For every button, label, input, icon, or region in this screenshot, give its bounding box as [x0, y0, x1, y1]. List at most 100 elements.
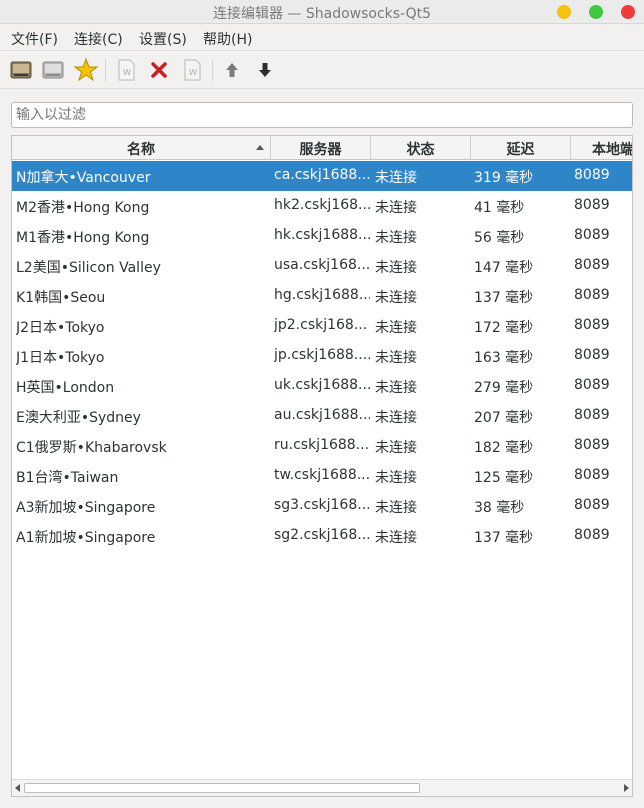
scroll-right-arrow-icon[interactable]: [624, 784, 629, 792]
menu-help[interactable]: 帮助(H): [203, 29, 252, 49]
table-row[interactable]: J1日本•Tokyo jp.cskj1688.... 未连接 163 毫秒 8089: [12, 341, 632, 371]
cell-local-port: 8089: [574, 197, 610, 213]
cell-latency: 56 毫秒: [474, 230, 525, 246]
move-up-arrow-icon: [226, 63, 238, 77]
cell-latency: 147 毫秒: [474, 260, 534, 276]
maximize-button[interactable]: [589, 5, 603, 19]
disconnect-button[interactable]: [40, 57, 66, 83]
move-down-button[interactable]: [252, 57, 278, 83]
cell-status: 未连接: [375, 260, 417, 276]
column-header-server[interactable]: 服务器: [271, 136, 371, 160]
menu-connection[interactable]: 连接(C): [74, 29, 123, 49]
scrollbar-thumb[interactable]: [24, 783, 420, 793]
cell-name: E澳大利亚•Sydney: [16, 410, 141, 426]
cell-server: jp2.cskj168...: [274, 317, 368, 333]
cell-latency: 319 毫秒: [474, 170, 534, 186]
column-header-label: 名称: [127, 142, 155, 158]
column-header-status[interactable]: 状态: [371, 136, 471, 160]
connection-table[interactable]: 名称 服务器 状态 延迟 本地端口 N加拿大•Vancouver ca.cskj1…: [11, 135, 633, 797]
column-header-latency[interactable]: 延迟: [471, 136, 571, 160]
table-row[interactable]: H英国•London uk.cskj1688.... 未连接 279 毫秒 8089: [12, 371, 632, 401]
cell-local-port: 8089: [574, 377, 610, 393]
cell-local-port: 8089: [574, 227, 610, 243]
cell-local-port: 8089: [574, 287, 610, 303]
edit-button[interactable]: W: [113, 57, 139, 83]
cell-name: N加拿大•Vancouver: [16, 170, 151, 186]
cell-latency: 125 毫秒: [474, 470, 534, 486]
cell-name: K1韩国•Seou: [16, 290, 106, 306]
scroll-left-arrow-icon[interactable]: [15, 784, 20, 792]
cell-name: J2日本•Tokyo: [16, 320, 105, 336]
cell-latency: 172 毫秒: [474, 320, 534, 336]
cell-latency: 137 毫秒: [474, 290, 534, 306]
table-row[interactable]: C1俄罗斯•Khabarovsk ru.cskj1688.... 未连接 182 毫秒…: [12, 431, 632, 461]
table-row[interactable]: B1台湾•Taiwan tw.cskj1688.... 未连接 125 毫秒 8089: [12, 461, 632, 491]
svg-text:W: W: [189, 68, 197, 77]
cell-latency: 41 毫秒: [474, 200, 525, 216]
toolbar: W W: [0, 51, 644, 89]
title-bar[interactable]: 连接编辑器 — Shadowsocks-Qt5: [0, 0, 644, 24]
cell-server: uk.cskj1688....: [274, 377, 370, 393]
cell-name: B1台湾•Taiwan: [16, 470, 119, 486]
cell-latency: 163 毫秒: [474, 350, 534, 366]
move-down-arrow-icon: [259, 63, 271, 77]
column-header-local-port[interactable]: 本地端口: [571, 136, 632, 160]
delete-button[interactable]: [146, 57, 172, 83]
edit-document-icon: W: [118, 59, 135, 81]
table-row[interactable]: A1新加坡•Singapore sg2.cskj168... 未连接 137 毫秒 80…: [12, 521, 632, 551]
cell-server: sg3.cskj168...: [274, 497, 370, 513]
cell-server: au.cskj1688....: [274, 407, 370, 423]
column-header-name[interactable]: 名称: [12, 136, 271, 160]
cell-status: 未连接: [375, 290, 417, 306]
cell-status: 未连接: [375, 530, 417, 546]
table-row[interactable]: K1韩国•Seou hg.cskj1688.... 未连接 137 毫秒 8089: [12, 281, 632, 311]
cell-status: 未连接: [375, 380, 417, 396]
cell-server: hg.cskj1688....: [274, 287, 370, 303]
cell-server: ca.cskj1688....: [274, 167, 370, 183]
table-row[interactable]: N加拿大•Vancouver ca.cskj1688.... 未连接 319 毫秒 80…: [12, 161, 632, 191]
menu-settings[interactable]: 设置(S): [139, 29, 187, 49]
table-row[interactable]: J2日本•Tokyo jp2.cskj168... 未连接 172 毫秒 8089: [12, 311, 632, 341]
cell-name: M2香港•Hong Kong: [16, 200, 150, 216]
cell-server: sg2.cskj168...: [274, 527, 370, 543]
filter-input[interactable]: [11, 102, 633, 128]
share-document-icon: W: [184, 59, 201, 81]
cell-name: A1新加坡•Singapore: [16, 530, 156, 546]
horizontal-scrollbar[interactable]: [12, 779, 632, 796]
cell-local-port: 8089: [574, 467, 610, 483]
toolbar-separator: [212, 59, 213, 81]
cell-server: tw.cskj1688....: [274, 467, 370, 483]
delete-x-icon: [151, 62, 167, 78]
cell-server: usa.cskj168...: [274, 257, 370, 273]
table-row[interactable]: A3新加坡•Singapore sg3.cskj168... 未连接 38 毫秒 808…: [12, 491, 632, 521]
table-row[interactable]: M1香港•Hong Kong hk.cskj1688.... 未连接 56 毫秒 808…: [12, 221, 632, 251]
cell-status: 未连接: [375, 410, 417, 426]
minimize-button[interactable]: [557, 5, 571, 19]
menu-file[interactable]: 文件(F): [11, 29, 58, 49]
cell-local-port: 8089: [574, 527, 610, 543]
cell-local-port: 8089: [574, 437, 610, 453]
cell-name: J1日本•Tokyo: [16, 350, 105, 366]
connect-button[interactable]: [8, 57, 34, 83]
cell-name: H英国•London: [16, 380, 115, 396]
svg-text:W: W: [123, 68, 131, 77]
sort-ascending-icon: [256, 145, 264, 150]
move-up-button[interactable]: [219, 57, 245, 83]
disconnect-icon: [42, 61, 64, 79]
table-row[interactable]: M2香港•Hong Kong hk2.cskj168... 未连接 41 毫秒 8089: [12, 191, 632, 221]
cell-status: 未连接: [375, 170, 417, 186]
favorite-button[interactable]: [73, 57, 99, 83]
cell-local-port: 8089: [574, 167, 610, 183]
share-button[interactable]: W: [179, 57, 205, 83]
cell-status: 未连接: [375, 500, 417, 516]
table-row[interactable]: L2美国•Silicon Valley usa.cskj168... 未连接 147 …: [12, 251, 632, 281]
cell-status: 未连接: [375, 200, 417, 216]
close-button[interactable]: [621, 5, 635, 19]
cell-latency: 38 毫秒: [474, 500, 525, 516]
cell-local-port: 8089: [574, 347, 610, 363]
connect-icon: [10, 61, 32, 79]
cell-server: ru.cskj1688....: [274, 437, 370, 453]
cell-name: A3新加坡•Singapore: [16, 500, 156, 516]
table-row[interactable]: E澳大利亚•Sydney au.cskj1688.... 未连接 207 毫秒 8089: [12, 401, 632, 431]
table-body: N加拿大•Vancouver ca.cskj1688.... 未连接 319 毫秒 80…: [12, 161, 632, 551]
